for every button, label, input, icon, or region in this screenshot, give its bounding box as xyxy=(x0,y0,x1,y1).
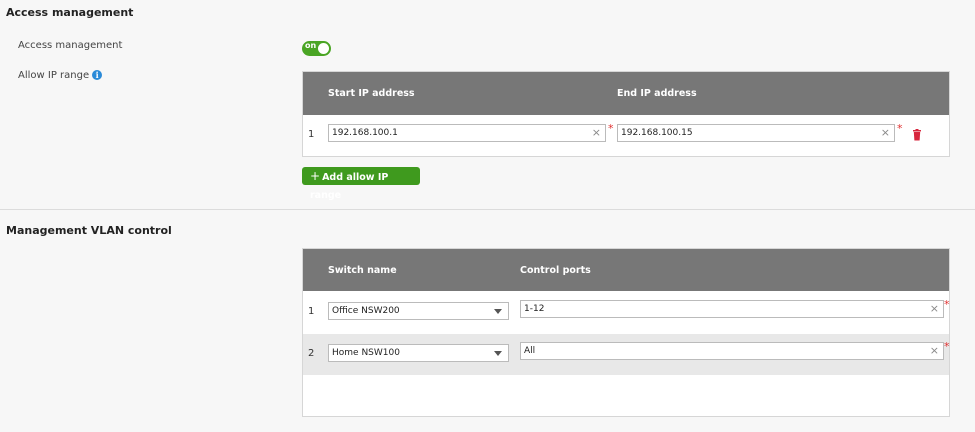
access-management-toggle[interactable]: on xyxy=(302,41,331,56)
required-marker: * xyxy=(944,298,950,311)
required-marker: * xyxy=(608,122,614,135)
switch-select-row-2[interactable]: Home NSW100 xyxy=(328,344,509,362)
control-ports-value: All xyxy=(524,346,536,356)
end-ip-input[interactable]: 192.168.100.15 × xyxy=(617,124,895,142)
toggle-state-text: on xyxy=(305,41,317,50)
start-ip-input[interactable]: 192.168.100.1 × xyxy=(328,124,606,142)
switch-select-row-1[interactable]: Office NSW200 xyxy=(328,302,509,320)
column-switch-name: Switch name xyxy=(328,265,397,276)
add-allow-ip-range-button[interactable]: + Add allow IP range xyxy=(302,167,420,201)
vlan-control-title: Management VLAN control xyxy=(6,224,172,237)
access-management-label: Access management xyxy=(18,40,123,51)
clear-end-ip-icon[interactable]: × xyxy=(881,125,890,141)
column-control-ports: Control ports xyxy=(520,265,591,276)
ip-range-table: Start IP address End IP address 1 192.16… xyxy=(302,71,950,157)
allow-ip-range-text: Allow IP range xyxy=(18,70,90,81)
row-index: 2 xyxy=(308,348,315,359)
control-ports-input-row-1[interactable]: 1-12 × xyxy=(520,300,944,318)
control-ports-input-row-2[interactable]: All × xyxy=(520,342,944,360)
chevron-down-icon xyxy=(494,351,502,356)
vlan-table: Switch name Control ports 1 Office NSW20… xyxy=(302,248,950,417)
add-button-label: Add allow IP range xyxy=(310,172,389,201)
allow-ip-range-label: Allow IP range i xyxy=(18,70,103,81)
clear-start-ip-icon[interactable]: × xyxy=(592,125,601,141)
switch-select-value: Home NSW100 xyxy=(332,348,400,358)
ip-range-table-header: Start IP address End IP address xyxy=(303,72,949,115)
delete-row-trash-icon[interactable] xyxy=(912,129,922,141)
required-marker: * xyxy=(944,340,950,353)
column-end-ip: End IP address xyxy=(617,88,697,99)
clear-ports-icon[interactable]: × xyxy=(930,343,939,359)
row-index: 1 xyxy=(308,129,315,140)
switch-select-value: Office NSW200 xyxy=(332,306,400,316)
section-divider xyxy=(0,209,975,210)
chevron-down-icon xyxy=(494,309,502,314)
clear-ports-icon[interactable]: × xyxy=(930,301,939,317)
vlan-table-header: Switch name Control ports xyxy=(303,249,949,291)
info-icon[interactable]: i xyxy=(92,70,103,80)
plus-icon: + xyxy=(310,169,321,183)
row-index: 1 xyxy=(308,306,315,317)
required-marker: * xyxy=(897,122,903,135)
access-management-title: Access management xyxy=(6,6,134,19)
control-ports-value: 1-12 xyxy=(524,304,545,314)
start-ip-value: 192.168.100.1 xyxy=(332,128,398,138)
end-ip-value: 192.168.100.15 xyxy=(621,128,693,138)
toggle-knob xyxy=(318,43,329,54)
column-start-ip: Start IP address xyxy=(328,88,415,99)
